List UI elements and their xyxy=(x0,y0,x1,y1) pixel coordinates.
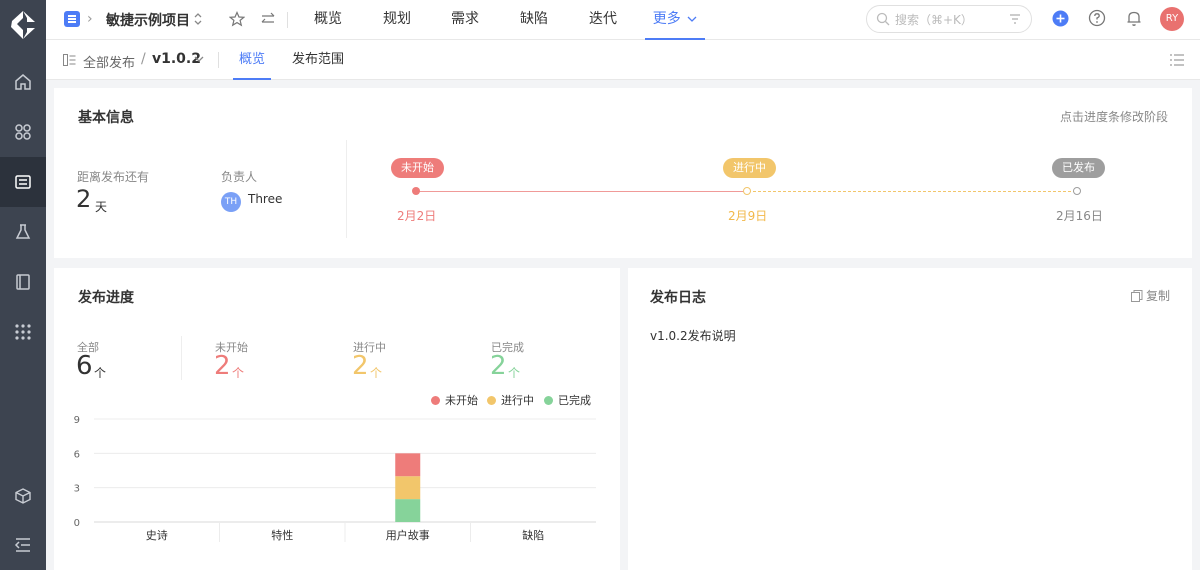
x-tick-label: 缺陷 xyxy=(522,528,544,542)
release-log-title: 发布日志 xyxy=(650,290,706,306)
nav-apps[interactable] xyxy=(0,107,46,157)
tab-more-label: 更多 xyxy=(652,11,681,27)
nav-more-apps[interactable] xyxy=(0,307,46,357)
nav-wiki[interactable] xyxy=(0,257,46,307)
progress-bar-chart: 0 3 6 9 史诗 特性 用户故事 缺陷 xyxy=(74,415,596,542)
project-list-icon xyxy=(15,175,31,189)
left-sidebar xyxy=(0,0,46,570)
stage-released-dot[interactable] xyxy=(1073,187,1081,195)
flask-icon xyxy=(15,224,31,239)
release-log-card: 发布日志 复制 v1.0.2发布说明 xyxy=(628,268,1192,570)
x-tick-label: 用户故事 xyxy=(386,528,430,542)
subtab-overview[interactable]: 概览 xyxy=(233,40,271,80)
bell-icon[interactable] xyxy=(1125,9,1143,27)
bar-segment xyxy=(395,476,421,500)
project-icon xyxy=(64,11,80,27)
countdown-unit: 天 xyxy=(95,200,108,214)
copy-label: 复制 xyxy=(1145,289,1170,303)
timeline-hint: 点击进度条修改阶段 xyxy=(1059,110,1168,124)
top-header: › 敏捷示例项目 概览 规划 需求 缺陷 迭代 更多 搜索（⌘+K） RY xyxy=(46,0,1200,40)
owner-label: 负责人 xyxy=(221,170,258,184)
chevron-right-icon: › xyxy=(87,11,93,27)
release-log-content[interactable]: v1.0.2发布说明 xyxy=(650,327,736,344)
grid-icon xyxy=(15,124,31,140)
sub-divider xyxy=(218,52,219,68)
y-tick-label: 6 xyxy=(74,449,80,460)
search-input[interactable]: 搜索（⌘+K） xyxy=(866,5,1032,33)
nav-test[interactable] xyxy=(0,207,46,257)
nav-projects[interactable] xyxy=(0,157,46,207)
star-icon[interactable] xyxy=(229,11,245,27)
stage-in-progress-date: 2月9日 xyxy=(728,209,768,223)
tab-iterations[interactable]: 迭代 xyxy=(579,0,627,40)
home-icon xyxy=(15,74,31,90)
stage-not-started-date: 2月2日 xyxy=(397,209,437,223)
basic-info-title: 基本信息 xyxy=(78,110,134,126)
app-logo-icon[interactable] xyxy=(9,10,37,40)
owner-avatar: TH xyxy=(221,192,241,212)
bar-segment xyxy=(395,453,421,477)
all-releases-link[interactable]: 全部发布 xyxy=(83,52,135,71)
cube-icon xyxy=(15,488,31,504)
filter-icon[interactable] xyxy=(1009,13,1021,25)
user-avatar[interactable]: RY xyxy=(1160,7,1184,31)
tab-more[interactable]: 更多 xyxy=(645,0,705,40)
stage-not-started-dot[interactable] xyxy=(412,187,420,195)
countdown-value: 2 xyxy=(76,185,92,213)
countdown-label: 距离发布还有 xyxy=(77,170,150,184)
basic-info-divider xyxy=(346,140,347,238)
add-icon[interactable] xyxy=(1052,10,1069,27)
timeline-progress-line[interactable] xyxy=(416,191,748,192)
x-tick-label: 特性 xyxy=(271,528,293,542)
stage-in-progress-pill[interactable]: 进行中 xyxy=(723,158,776,178)
stage-not-started-pill[interactable]: 未开始 xyxy=(391,158,444,178)
switch-project-icon[interactable] xyxy=(193,11,203,27)
release-progress-card: 发布进度 全部 6 个 未开始 2 个 进行中 2 个 已完成 2 个 未开始 … xyxy=(54,268,620,570)
tab-defects[interactable]: 缺陷 xyxy=(510,0,558,40)
copy-icon xyxy=(1130,289,1143,302)
nav-home[interactable] xyxy=(0,57,46,107)
stage-released-date: 2月16日 xyxy=(1056,209,1103,223)
copy-button[interactable]: 复制 xyxy=(1130,287,1170,304)
stage-in-progress-dot[interactable] xyxy=(743,187,751,195)
dots-grid-icon xyxy=(15,324,31,340)
tab-planning[interactable]: 规划 xyxy=(373,0,421,40)
stage-released-pill[interactable]: 已发布 xyxy=(1052,158,1105,178)
tab-overview[interactable]: 概览 xyxy=(304,0,352,40)
chevron-down-icon[interactable] xyxy=(194,55,204,63)
project-name[interactable]: 敏捷示例项目 xyxy=(106,10,190,30)
release-list-icon[interactable] xyxy=(63,54,76,66)
collapse-sidebar[interactable] xyxy=(0,520,46,570)
y-tick-label: 0 xyxy=(74,518,80,529)
collapse-icon xyxy=(14,538,30,552)
nav-cube[interactable] xyxy=(0,471,46,521)
help-icon[interactable] xyxy=(1088,9,1106,27)
search-icon xyxy=(876,12,890,26)
breadcrumb-separator: / xyxy=(141,51,146,67)
switch-icon[interactable] xyxy=(260,11,276,27)
timeline-remaining-line[interactable] xyxy=(748,191,1076,192)
search-placeholder: 搜索（⌘+K） xyxy=(895,13,973,27)
x-tick-label: 史诗 xyxy=(146,528,168,542)
menu-list-icon[interactable] xyxy=(1170,54,1184,66)
bar-segment xyxy=(395,499,421,522)
basic-info-card: 基本信息 点击进度条修改阶段 距离发布还有 2 天 负责人 TH Three 未… xyxy=(54,88,1192,258)
y-tick-label: 3 xyxy=(74,484,80,495)
sub-header: 全部发布 / v1.0.2 概览 发布范围 xyxy=(46,40,1200,80)
subtab-scope[interactable]: 发布范围 xyxy=(292,40,344,80)
book-icon xyxy=(16,274,30,290)
chevron-down-icon xyxy=(687,16,697,22)
header-divider xyxy=(287,12,288,28)
tab-requirements[interactable]: 需求 xyxy=(441,0,489,40)
y-tick-label: 9 xyxy=(74,415,80,426)
owner-name: Three xyxy=(248,192,283,206)
